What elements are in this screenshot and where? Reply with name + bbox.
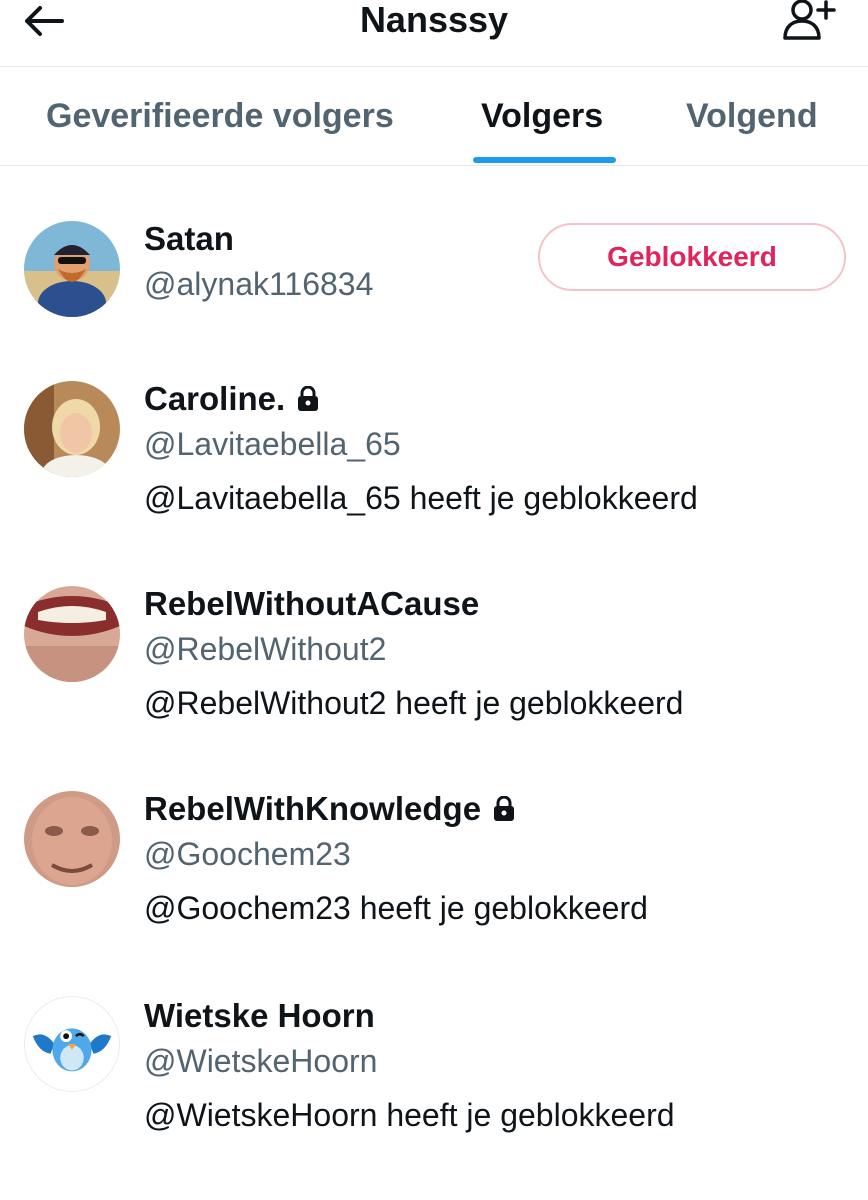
blocked-notice: @WietskeHoorn heeft je geblokkeerd — [144, 1097, 675, 1133]
follower-name: Satan — [144, 219, 234, 259]
lock-icon — [494, 796, 515, 821]
tab-bar: Geverifieerde volgers Volgers Volgend — [0, 67, 868, 166]
lock-icon — [298, 386, 319, 411]
tab-following[interactable]: Volgend — [686, 94, 818, 138]
follower-name: Caroline. — [144, 379, 319, 419]
follower-name-text: Caroline. — [144, 380, 286, 417]
avatar[interactable] — [24, 996, 120, 1092]
follower-handle: @RebelWithout2 — [144, 631, 387, 667]
follower-name-text: Wietske Hoorn — [144, 997, 375, 1034]
tab-followers[interactable]: Volgers — [481, 94, 603, 138]
follower-name-text: RebelWithoutACause — [144, 585, 480, 622]
add-user-button[interactable] — [782, 0, 838, 42]
blocked-notice: @RebelWithout2 heeft je geblokkeerd — [144, 685, 684, 721]
blocked-notice: @Goochem23 heeft je geblokkeerd — [144, 890, 648, 926]
avatar[interactable] — [24, 381, 120, 477]
blocked-button[interactable]: Geblokkeerd — [538, 223, 846, 291]
follower-handle: @WietskeHoorn — [144, 1043, 378, 1079]
follower-name: Wietske Hoorn — [144, 996, 375, 1036]
follower-handle: @Goochem23 — [144, 836, 351, 872]
follower-name: RebelWithKnowledge — [144, 789, 515, 829]
follower-name: RebelWithoutACause — [144, 584, 479, 624]
tab-verified-followers[interactable]: Geverifieerde volgers — [46, 94, 394, 138]
follower-name-text: RebelWithKnowledge — [144, 790, 482, 827]
follower-name-text: Satan — [144, 220, 234, 257]
top-bar: Nansssy — [0, 0, 868, 67]
active-tab-indicator — [473, 157, 616, 163]
follower-handle: @Lavitaebella_65 — [144, 426, 401, 462]
avatar[interactable] — [24, 221, 120, 317]
blocked-notice: @Lavitaebella_65 heeft je geblokkeerd — [144, 480, 698, 516]
page-title: Nansssy — [359, 0, 509, 40]
follower-handle: @alynak116834 — [144, 266, 374, 302]
avatar[interactable] — [24, 586, 120, 682]
avatar[interactable] — [24, 791, 120, 887]
add-person-icon — [783, 0, 836, 40]
